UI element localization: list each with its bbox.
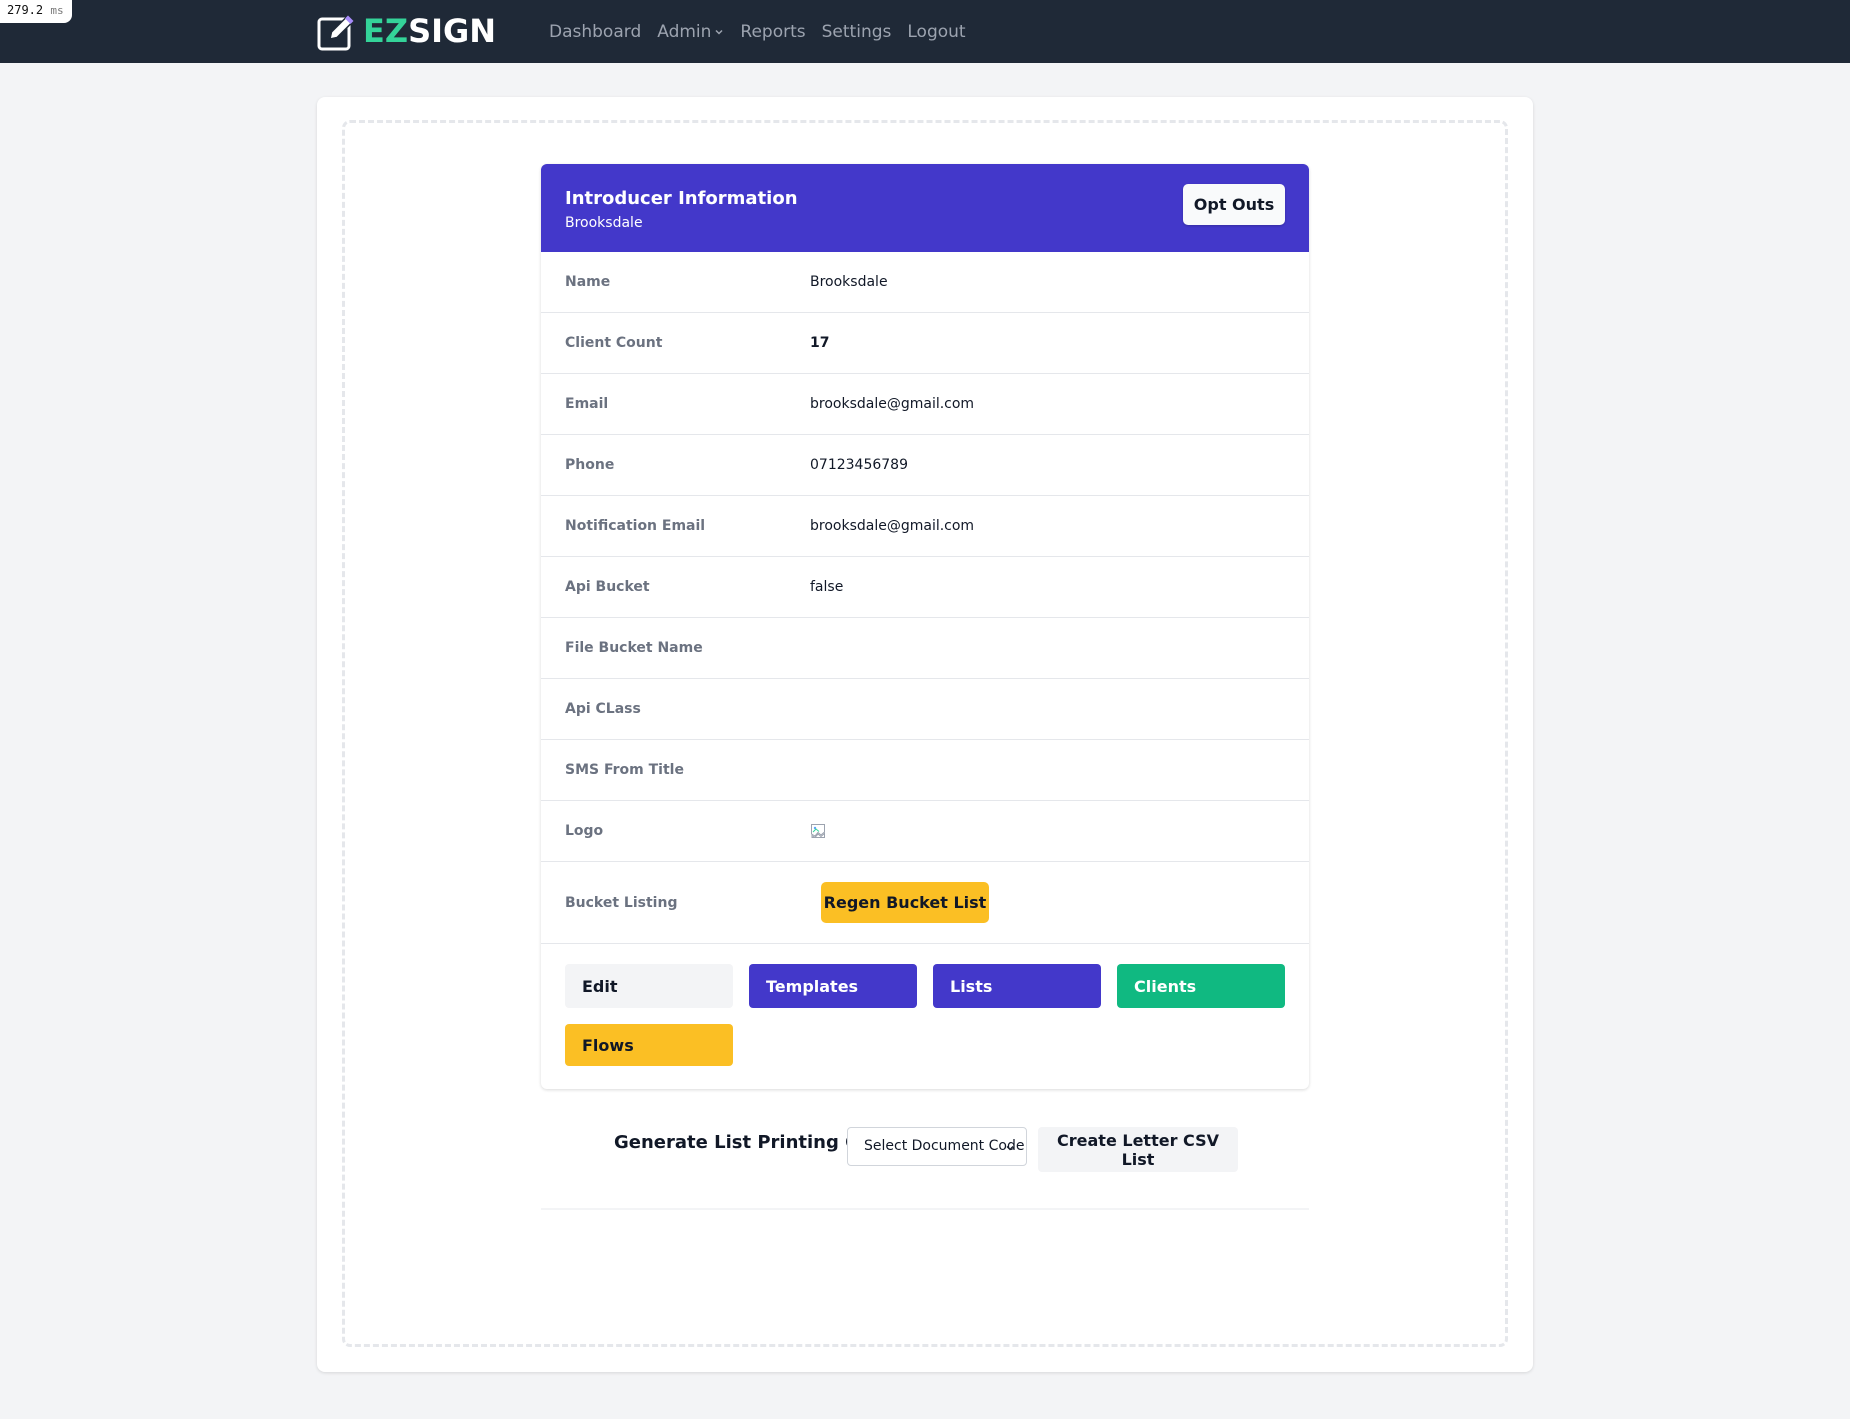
row-label: Name: [565, 274, 611, 290]
row-label: Email: [565, 396, 609, 412]
nav-dashboard[interactable]: Dashboard: [549, 22, 641, 42]
nav-admin[interactable]: Admin: [657, 22, 724, 42]
row-value: Brooksdale: [810, 274, 888, 290]
row-label: SMS From Title: [565, 762, 684, 778]
nav-logout[interactable]: Logout: [907, 22, 965, 42]
nav-reports[interactable]: Reports: [740, 22, 805, 42]
info-row-client-count: Client Count 17: [541, 313, 1309, 374]
info-row-name: Name Brooksdale: [541, 252, 1309, 313]
info-row-logo: Logo: [541, 801, 1309, 862]
timing-unit: ms: [50, 4, 64, 17]
chevron-down-icon: [715, 29, 723, 35]
brand-logo[interactable]: EZSIGN: [316, 11, 496, 51]
info-row-phone: Phone 07123456789: [541, 435, 1309, 496]
brand-sign: SIGN: [408, 12, 497, 50]
info-row-sms-from-title: SMS From Title: [541, 740, 1309, 801]
row-value: brooksdale@gmail.com: [810, 396, 975, 412]
select-value: Select Document Code: [864, 1138, 1025, 1154]
broken-image-icon: [811, 824, 825, 839]
row-label: Api Bucket: [565, 579, 650, 595]
row-label: Bucket Listing: [565, 894, 678, 911]
nav-settings[interactable]: Settings: [822, 22, 892, 42]
card-subtitle: Brooksdale: [565, 215, 643, 231]
opt-outs-button[interactable]: Opt Outs: [1183, 184, 1285, 225]
row-label: Notification Email: [565, 518, 706, 534]
flows-button[interactable]: Flows: [565, 1024, 733, 1066]
edit-button[interactable]: Edit: [565, 964, 733, 1008]
row-value: 17: [810, 335, 830, 351]
clients-button[interactable]: Clients: [1117, 964, 1285, 1008]
row-label: Client Count: [565, 335, 663, 351]
templates-button[interactable]: Templates: [749, 964, 917, 1008]
document-code-select[interactable]: Select Document Code: [847, 1127, 1027, 1166]
regen-bucket-list-button[interactable]: Regen Bucket List: [821, 882, 989, 923]
introducer-card: Introducer Information Brooksdale Opt Ou…: [541, 164, 1309, 1089]
create-letter-csv-button[interactable]: Create Letter CSV List: [1038, 1127, 1238, 1172]
row-value: false: [810, 579, 844, 595]
row-label: File Bucket Name: [565, 640, 703, 656]
nav-admin-label: Admin: [657, 21, 712, 42]
info-row-api-class: Api CLass: [541, 679, 1309, 740]
brand-name: EZSIGN: [363, 11, 496, 51]
action-buttons: Edit Templates Lists Clients Flows: [541, 944, 1309, 1084]
timing-value: 279.2: [7, 3, 44, 17]
row-value: 07123456789: [810, 457, 908, 473]
timing-badge: 279.2 ms: [0, 0, 72, 23]
csv-generator: Generate List Printing CSV Select Docume…: [541, 1127, 1309, 1210]
row-label: Api CLass: [565, 701, 641, 717]
info-row-api-bucket: Api Bucket false: [541, 557, 1309, 618]
lists-button[interactable]: Lists: [933, 964, 1101, 1008]
card-header: Introducer Information Brooksdale Opt Ou…: [541, 164, 1309, 252]
info-row-bucket-listing: Bucket Listing Regen Bucket List: [541, 862, 1309, 944]
csv-label: Generate List Printing CSV: [614, 1132, 886, 1153]
card-title: Introducer Information: [565, 188, 798, 209]
row-label: Logo: [565, 823, 604, 839]
brand-ez: EZ: [363, 12, 409, 50]
info-row-file-bucket-name: File Bucket Name: [541, 618, 1309, 679]
chevron-down-icon: [1006, 1146, 1014, 1151]
row-label: Phone: [565, 457, 615, 473]
main-nav: Dashboard Admin Reports Settings Logout: [549, 0, 982, 63]
navbar: EZSIGN Dashboard Admin Reports Settings …: [0, 0, 1850, 63]
pencil-square-icon: [317, 13, 355, 50]
info-row-email: Email brooksdale@gmail.com: [541, 374, 1309, 435]
row-value: brooksdale@gmail.com: [810, 518, 975, 534]
info-row-notification-email: Notification Email brooksdale@gmail.com: [541, 496, 1309, 557]
